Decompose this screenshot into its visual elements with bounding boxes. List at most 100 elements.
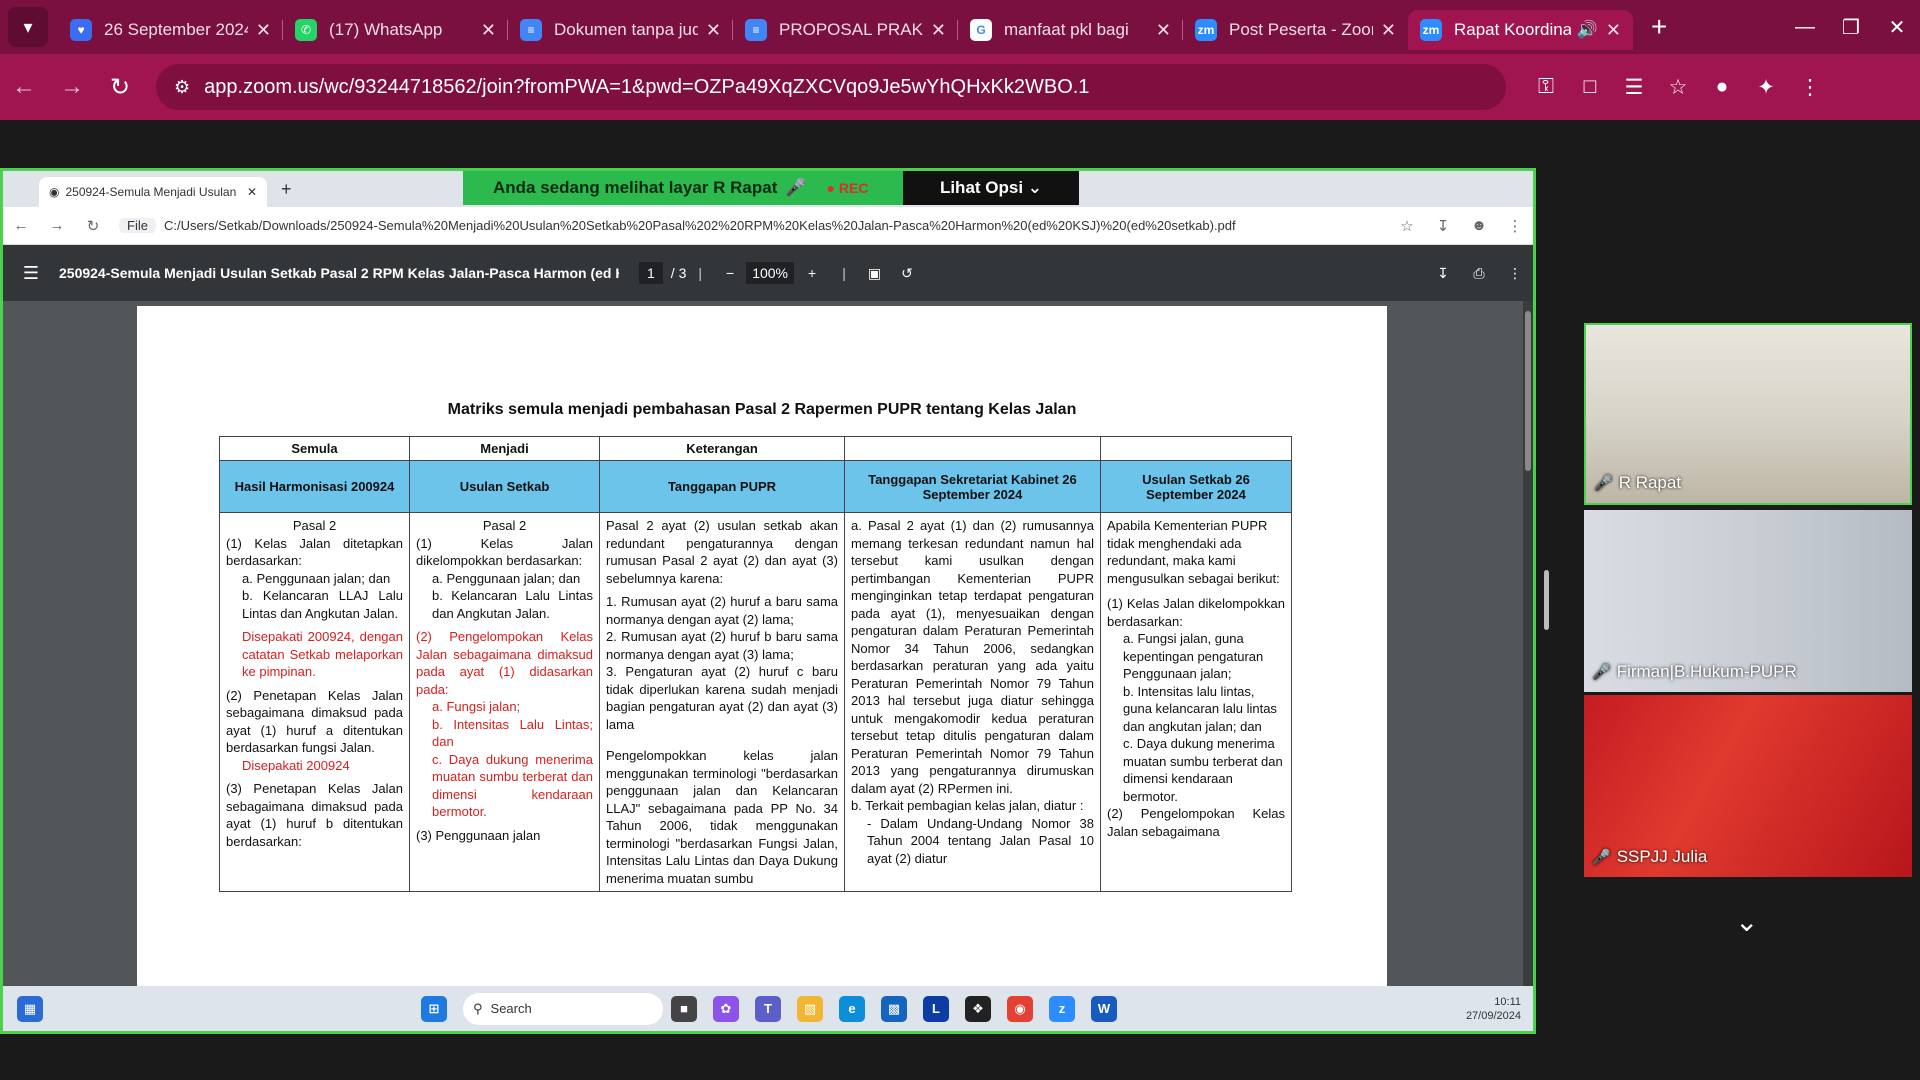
close-window-icon[interactable]: ✕ [1874, 15, 1920, 40]
rotate-icon[interactable]: ↺ [901, 265, 913, 282]
menu-icon[interactable]: ☰ [3, 263, 59, 284]
table-header-row: Semula Menjadi Keterangan [219, 436, 1292, 461]
pdf-page: Matriks semula menjadi pembahasan Pasal … [137, 306, 1387, 1031]
participant-tile[interactable]: 🎤 R Rapat [1584, 323, 1912, 505]
rec-indicator: ● REC [826, 180, 869, 196]
print-icon[interactable]: ⎙ [1461, 265, 1497, 282]
folder-icon[interactable]: ▧ [797, 995, 823, 1022]
download-icon[interactable]: ↧ [1425, 265, 1461, 282]
docs-icon: ≡ [745, 19, 767, 41]
word-icon[interactable]: W [1091, 995, 1117, 1022]
menu-kebab-icon[interactable]: ⋮ [1497, 217, 1533, 235]
close-icon[interactable]: ✕ [1606, 20, 1621, 41]
restore-icon[interactable]: ❐ [1828, 15, 1874, 40]
zoom-in-icon[interactable]: + [808, 265, 816, 281]
mic-icon: 🎤 [1594, 475, 1613, 492]
view-options-button[interactable]: Lihat Opsi ⌄ [903, 171, 1079, 205]
more-icon[interactable]: ⋮ [1497, 265, 1533, 282]
cell-tanggapan-setkab: a. Pasal 2 ayat (1) dan (2) rumusannya m… [844, 512, 1101, 892]
close-icon[interactable]: ✕ [1381, 20, 1396, 41]
edge-icon[interactable]: e [839, 995, 865, 1022]
pdf-scrollbar[interactable] [1523, 301, 1533, 1031]
profile-icon[interactable]: ☻ [1461, 217, 1497, 234]
dropbox-icon[interactable]: ❖ [965, 995, 991, 1022]
outer-tab[interactable]: ♥ 26 September 2024 ✕ [58, 10, 283, 50]
back-icon[interactable]: ← [0, 73, 48, 101]
outer-tab[interactable]: ≡PROPOSAL PRAKERIN✕ [733, 10, 958, 50]
minimize-icon[interactable]: — [1782, 16, 1828, 39]
forward-icon[interactable]: → [48, 73, 96, 101]
heart-icon: ♥ [70, 19, 92, 41]
tab-search-icon[interactable]: ▾ [8, 7, 48, 47]
cell-keterangan: Pasal 2 ayat (2) usulan setkab akan redu… [599, 512, 845, 892]
windows-taskbar: ▦ ⊞ ⚲ Search ■ ✿ T ▧ e ▩ L ❖ ◉ z W 10:11 … [3, 986, 1533, 1031]
outer-tab[interactable]: Gmanfaat pkl bagi ✕ [958, 10, 1183, 50]
outer-tab-active[interactable]: zmRapat Koordinasi🔊✕ [1408, 10, 1633, 50]
windows-start-icon[interactable]: ⊞ [421, 995, 447, 1022]
bookmark-star-icon[interactable]: ☆ [1656, 75, 1700, 100]
close-icon[interactable]: ✕ [256, 20, 271, 41]
site-info-icon[interactable]: ⚙ [174, 77, 190, 98]
extensions-puzzle-icon[interactable]: ✦ [1744, 75, 1788, 100]
password-key-icon[interactable]: ⚿ [1524, 75, 1568, 99]
teams-icon[interactable]: T [755, 995, 781, 1022]
forward-icon[interactable]: → [39, 217, 75, 234]
system-clock[interactable]: 10:11 27/09/2024 [1466, 995, 1521, 1023]
copilot-icon[interactable]: ✿ [713, 995, 739, 1022]
address-bar[interactable]: ⚙ app.zoom.us/wc/93244718562/join?fromPW… [156, 64, 1506, 110]
page-number-input[interactable]: 1 [639, 262, 663, 284]
participant-tile[interactable]: 🎤 Firman|B.Hukum-PUPR [1584, 510, 1912, 692]
pdf-viewer[interactable]: Matriks semula menjadi pembahasan Pasal … [3, 301, 1533, 1031]
outer-tab[interactable]: ≡Dokumen tanpa judul✕ [508, 10, 733, 50]
menu-kebab-icon[interactable]: ⋮ [1788, 75, 1832, 100]
cell-usulan-setkab: Apabila Kementerian PUPR tidak menghenda… [1100, 512, 1292, 892]
widgets-icon[interactable]: ▦ [17, 995, 43, 1022]
chrome-icon[interactable]: ◉ [1007, 995, 1033, 1022]
app-l-icon[interactable]: L [923, 995, 949, 1022]
inner-address-bar[interactable]: File C:/Users/Setkab/Downloads/250924-Sem… [119, 218, 1389, 233]
docs-icon: ≡ [520, 19, 542, 41]
close-icon[interactable]: ✕ [481, 20, 496, 41]
reload-icon[interactable]: ↻ [75, 217, 111, 235]
share-banner: Anda sedang melihat layar R Rapat 🎤 ● RE… [463, 171, 1079, 205]
table-row: Pasal 2 (1) Kelas Jalan ditetapkan berda… [219, 512, 1292, 892]
mic-muted-icon: 🎤 [1592, 849, 1611, 866]
outer-tab-strip: ▾ ♥ 26 September 2024 ✕ ✆ (17) WhatsApp ✕ ≡ D… [0, 0, 1920, 54]
task-view-icon[interactable]: ■ [671, 995, 697, 1022]
zoom-icon[interactable]: z [1049, 995, 1075, 1022]
new-tab-button[interactable]: + [1651, 11, 1667, 43]
participant-tile[interactable]: 🎤 SSPJJ Julia [1584, 695, 1912, 877]
zoom-out-icon[interactable]: − [726, 265, 734, 281]
fit-page-icon[interactable]: ▣ [868, 265, 881, 282]
bookmark-star-icon[interactable]: ☆ [1389, 217, 1425, 235]
cell-semula: Pasal 2 (1) Kelas Jalan ditetapkan berda… [219, 512, 410, 892]
translate-icon[interactable]: ☰ [1612, 75, 1656, 100]
store-icon[interactable]: ▩ [881, 995, 907, 1022]
extension-icon[interactable]: ● [1700, 75, 1744, 99]
table-subheader-row: Hasil Harmonisasi 200924 Usulan Setkab T… [219, 460, 1292, 513]
speaker-icon[interactable]: 🔊 [1577, 20, 1598, 40]
chevron-down-icon[interactable]: ⌄ [1735, 905, 1758, 938]
close-icon[interactable]: ✕ [247, 185, 257, 199]
reload-icon[interactable]: ↻ [96, 73, 144, 102]
back-icon[interactable]: ← [3, 217, 39, 234]
new-tab-button[interactable]: + [281, 179, 292, 200]
taskbar-search[interactable]: ⚲ Search [463, 992, 663, 1025]
outer-tab[interactable]: zm Post Peserta - Zoom ✕ [1183, 10, 1408, 50]
install-app-icon[interactable]: □ [1568, 75, 1612, 99]
outer-tab[interactable]: ✆ (17) WhatsApp ✕ [283, 10, 508, 50]
search-icon: ⚲ [473, 1000, 483, 1016]
mic-icon: 🎤 [1592, 664, 1611, 681]
close-icon[interactable]: ✕ [1156, 20, 1171, 41]
shared-screen: Anda sedang melihat layar R Rapat 🎤 ● RE… [0, 168, 1536, 1034]
presenter-mic-icon: 🎤 [785, 178, 807, 197]
panel-resize-handle[interactable] [1544, 570, 1549, 630]
pdf-toolbar: ☰ 250924-Semula Menjadi Usulan Setkab Pa… [3, 245, 1533, 301]
inner-toolbar: ← → ↻ File C:/Users/Setkab/Downloads/2509… [3, 207, 1533, 245]
close-icon[interactable]: ✕ [931, 20, 946, 41]
inner-tab[interactable]: ◉ 250924-Semula Menjadi Usulan ✕ [39, 177, 267, 207]
download-icon[interactable]: ↧ [1425, 217, 1461, 235]
cell-menjadi: Pasal 2 (1) Kelas Jalan dikelompokkan be… [409, 512, 600, 892]
close-icon[interactable]: ✕ [706, 20, 721, 41]
zoom-input[interactable]: 100% [746, 262, 795, 284]
